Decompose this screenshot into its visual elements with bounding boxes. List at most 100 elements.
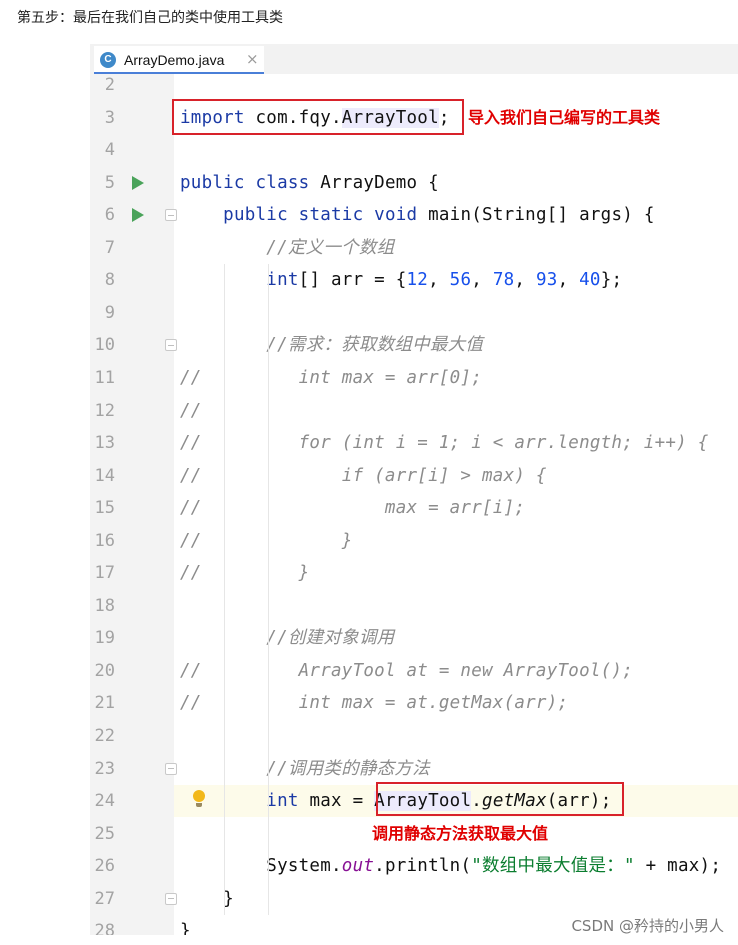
- code-token: .println(: [374, 856, 472, 877]
- code-line[interactable]: 11 // int max = arr[0];: [90, 362, 738, 394]
- code-token: int: [266, 270, 299, 291]
- code-line[interactable]: 14 // if (arr[i] > max) {: [90, 460, 738, 492]
- code-token: // max = arr[i];: [180, 498, 526, 519]
- code-text: //创建对象调用: [180, 626, 394, 650]
- code-line[interactable]: 12 //: [90, 395, 738, 427]
- code-token: // int max = arr[0];: [180, 367, 483, 388]
- code-token: max =: [298, 791, 375, 812]
- code-line[interactable]: 15 // max = arr[i];: [90, 492, 738, 524]
- fold-icon[interactable]: [165, 762, 177, 775]
- line-number: 10: [94, 335, 115, 356]
- line-number: 17: [94, 563, 115, 584]
- code-text: // }: [180, 529, 353, 553]
- code-token: // if (arr[i] > max) {: [180, 465, 547, 486]
- indent-guide: [268, 264, 269, 916]
- code-line[interactable]: 17 // }: [90, 557, 738, 589]
- run-icon[interactable]: [132, 208, 144, 223]
- code-line[interactable]: 27 }: [90, 883, 738, 915]
- code-text: //: [180, 399, 202, 423]
- code-line[interactable]: 26 System.out.println("数组中最大值是：" + max);: [90, 850, 738, 882]
- code-line[interactable]: 18: [90, 590, 738, 622]
- static-call-highlight-box: [376, 782, 624, 816]
- code-text: // for (int i = 1; i < arr.length; i++) …: [180, 431, 709, 455]
- code-token: [] arr = {: [298, 270, 407, 291]
- line-number: 4: [104, 140, 115, 161]
- import-highlight-box: [172, 99, 464, 135]
- code-line[interactable]: 22: [90, 720, 738, 752]
- code-text: // int max = arr[0];: [180, 366, 482, 390]
- line-number: 14: [94, 465, 115, 486]
- code-line[interactable]: 2: [90, 69, 738, 101]
- line-number: 15: [94, 498, 115, 519]
- tab-label: ArrayDemo.java: [124, 52, 225, 68]
- code-token: System.: [180, 856, 342, 877]
- code-token: ,: [557, 270, 580, 291]
- code-line[interactable]: 7 //定义一个数组: [90, 232, 738, 264]
- indent-guide: [224, 264, 225, 916]
- line-number: 20: [94, 660, 115, 681]
- code-line[interactable]: 8 int[] arr = {12, 56, 78, 93, 40};: [90, 264, 738, 296]
- line-number: 16: [94, 530, 115, 551]
- code-token: "数组中最大值是：": [471, 856, 635, 877]
- line-number: 5: [104, 172, 115, 193]
- code-line[interactable]: 5 public class ArrayDemo {: [90, 167, 738, 199]
- code-token: public class: [180, 172, 310, 193]
- code-token: }: [180, 888, 234, 909]
- line-number: 24: [94, 791, 115, 812]
- code-line[interactable]: 4: [90, 134, 738, 166]
- line-number: 25: [94, 823, 115, 844]
- code-token: //定义一个数组: [266, 237, 395, 258]
- code-token: // }: [180, 563, 310, 584]
- code-token: 93: [535, 270, 558, 291]
- code-line[interactable]: 19 //创建对象调用: [90, 622, 738, 654]
- line-number: 18: [94, 595, 115, 616]
- static-call-annotation: 调用静态方法获取最大值: [372, 824, 549, 843]
- code-text: }: [180, 919, 191, 935]
- code-token: }: [180, 921, 191, 935]
- code-text: // }: [180, 561, 309, 585]
- code-text: public static void main(String[] args) {: [180, 203, 655, 227]
- code-text: //调用类的静态方法: [180, 757, 430, 781]
- code-text: // int max = at.getMax(arr);: [180, 691, 568, 715]
- line-number: 23: [94, 758, 115, 779]
- code-token: };: [600, 270, 623, 291]
- code-token: //调用类的静态方法: [266, 758, 430, 779]
- line-number: 9: [104, 302, 115, 323]
- code-line[interactable]: 21 // int max = at.getMax(arr);: [90, 687, 738, 719]
- code-line[interactable]: 9: [90, 297, 738, 329]
- code-line[interactable]: 23 //调用类的静态方法: [90, 753, 738, 785]
- code-text: //定义一个数组: [180, 236, 394, 260]
- code-line[interactable]: 20 // ArrayTool at = new ArrayTool();: [90, 655, 738, 687]
- code-line[interactable]: 16 // }: [90, 525, 738, 557]
- import-annotation: 导入我们自己编写的工具类: [468, 108, 661, 127]
- code-text: System.out.println("数组中最大值是：" + max);: [180, 854, 721, 878]
- code-token: out: [341, 856, 375, 877]
- code-token: int: [266, 791, 299, 812]
- code-line[interactable]: 13 // for (int i = 1; i < arr.length; i++…: [90, 427, 738, 459]
- close-icon[interactable]: ×: [246, 50, 259, 68]
- line-number: 11: [94, 367, 115, 388]
- fold-icon[interactable]: [165, 209, 177, 222]
- watermark: CSDN @矜持的小男人: [571, 917, 724, 935]
- line-number: 6: [104, 205, 115, 226]
- code-token: main(String[] args) {: [417, 205, 655, 226]
- run-icon[interactable]: [132, 175, 144, 190]
- line-number: 13: [94, 433, 115, 454]
- code-line[interactable]: 10 //需求：获取数组中最大值: [90, 329, 738, 361]
- line-number: 7: [104, 237, 115, 258]
- line-number: 3: [104, 107, 115, 128]
- fold-icon[interactable]: [165, 892, 177, 905]
- line-number: 19: [94, 628, 115, 649]
- code-token: 78: [492, 270, 515, 291]
- step-heading: 第五步：最后在我们自己的类中使用工具类: [17, 10, 283, 26]
- fold-icon[interactable]: [165, 339, 177, 352]
- code-line[interactable]: 6 public static void main(String[] args)…: [90, 199, 738, 231]
- code-token: // for (int i = 1; i < arr.length; i++) …: [180, 433, 709, 454]
- line-number: 2: [104, 75, 115, 95]
- code-token: 40: [579, 270, 601, 291]
- code-token: public static void: [223, 205, 418, 226]
- line-number: 21: [94, 693, 115, 714]
- code-token: 12: [406, 270, 429, 291]
- code-text: // max = arr[i];: [180, 496, 525, 520]
